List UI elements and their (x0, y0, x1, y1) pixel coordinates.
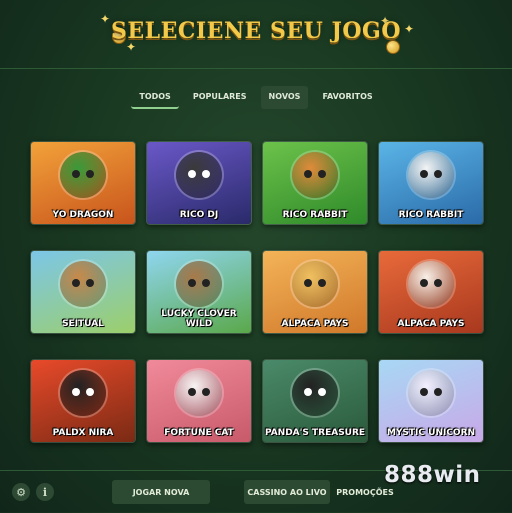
game-title: RICO RABBIT (398, 210, 464, 220)
game-card[interactable]: MYSTIC UNICORN (378, 359, 484, 443)
game-card[interactable]: ALPACA PAYS (378, 250, 484, 334)
gear-icon[interactable]: ⚙ (12, 483, 30, 501)
game-title: FORTUNE CAT (164, 428, 234, 438)
white-rabbit-mascot-icon (408, 152, 454, 198)
game-card[interactable]: PANDA'S TREASURE (262, 359, 368, 443)
game-title: RICO RABBIT (282, 210, 348, 220)
game-card[interactable]: LUCKY CLOVER WILD (146, 250, 252, 334)
cat-sunglasses-mascot-icon (292, 261, 338, 307)
fortune-cat-mascot-icon (176, 370, 222, 416)
game-title: MYSTIC UNICORN (386, 428, 476, 438)
jogar-nova-button[interactable]: JOGAR NOVA (112, 480, 210, 504)
game-title: YO DRAGON (52, 210, 114, 220)
game-card[interactable]: FORTUNE CAT (146, 359, 252, 443)
game-title: PANDA'S TREASURE (264, 428, 366, 438)
game-card[interactable]: RICO DJ (146, 141, 252, 225)
panda-bamboo-mascot-icon (292, 370, 338, 416)
unicorn-mascot-icon (408, 370, 454, 416)
bear-rainbow-mascot-icon (176, 261, 222, 307)
rabbit-top-hat-mascot-icon (292, 152, 338, 198)
divider (0, 68, 512, 69)
game-card[interactable]: RICO RABBIT (378, 141, 484, 225)
tab-novos[interactable]: NOVOS (260, 86, 309, 109)
cassino-ao-vivo-button[interactable]: CASSINO AO LIVO (244, 480, 330, 504)
tab-todos[interactable]: TODOS (131, 86, 179, 109)
game-title: ALPACA PAYS (397, 319, 465, 329)
category-tabs: TODOS POPULARES NOVOS FAVORITOS (0, 86, 512, 109)
watermark: 888win (384, 462, 481, 488)
info-icon[interactable]: i (36, 483, 54, 501)
game-title: SEITUAL (62, 319, 104, 329)
tab-populares[interactable]: POPULARES (185, 86, 255, 109)
game-title: ALPACA PAYS (281, 319, 349, 329)
capybara-sombrero-mascot-icon (60, 261, 106, 307)
dragon-mascot-icon (60, 152, 106, 198)
game-title: RICO DJ (179, 210, 219, 220)
page-title: SELECIENE SEU JOGO (110, 18, 402, 44)
game-card[interactable]: SEITUAL (30, 250, 136, 334)
game-card[interactable]: YO DRAGON (30, 141, 136, 225)
gorilla-dj-mascot-icon (176, 152, 222, 198)
game-card[interactable]: ALPACA PAYS (262, 250, 368, 334)
header: ✦ ✦ ✦ ✦ SELECIENE SEU JOGO (0, 0, 512, 70)
panda-lantern-mascot-icon (60, 370, 106, 416)
game-title: LUCKY CLOVER WILD (161, 309, 237, 329)
game-card[interactable]: PALDX NIRA (30, 359, 136, 443)
lucky-cat-mascot-icon (408, 261, 454, 307)
game-card[interactable]: RICO RABBIT (262, 141, 368, 225)
tab-favoritos[interactable]: FAVORITOS (314, 86, 380, 109)
game-title: PALDX NIRA (52, 428, 114, 438)
